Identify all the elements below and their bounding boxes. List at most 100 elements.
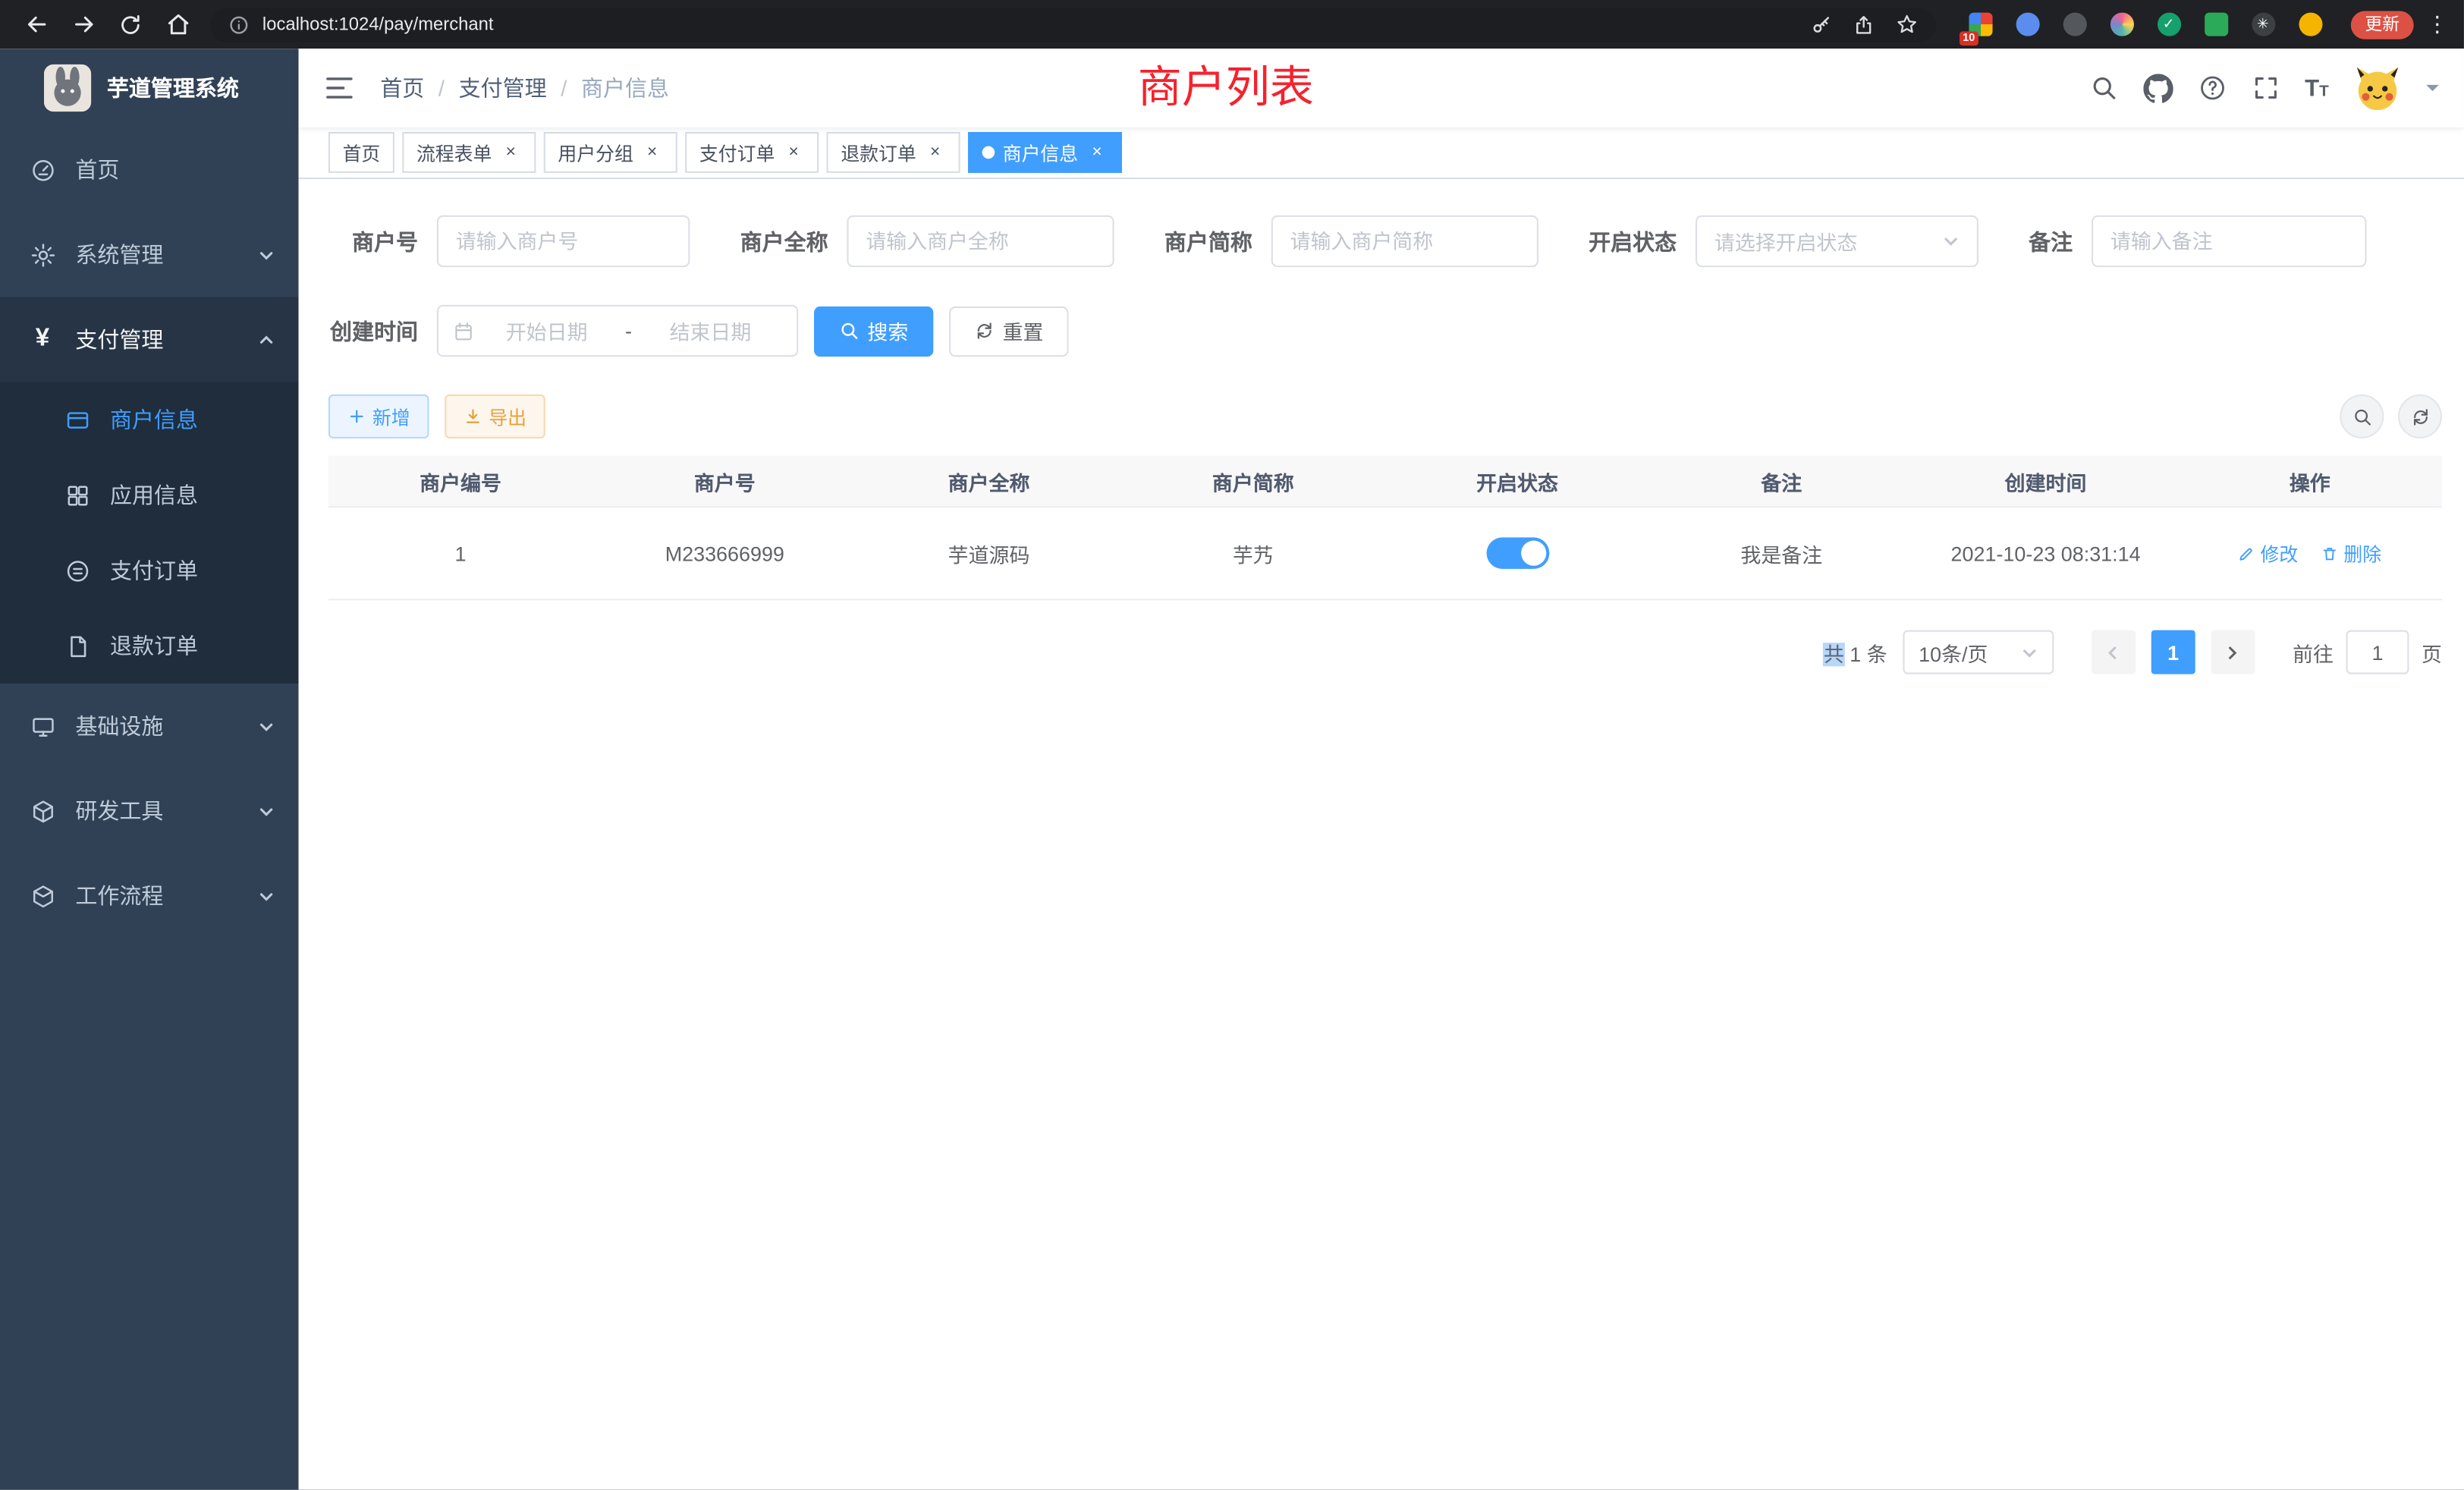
tab-label: 支付订单	[699, 139, 775, 165]
tab-user-group[interactable]: 用户分组 ×	[544, 132, 677, 173]
page-size-select[interactable]: 10条/页	[1903, 630, 2054, 674]
extension-icon-1[interactable]: 10	[1964, 8, 1995, 39]
short-name-input[interactable]	[1271, 215, 1538, 267]
sidebar-item-app-info[interactable]: 应用信息	[0, 457, 299, 533]
table-row: 1 M233666999 芋道源码 芋艿 我是备注 2021-10-23 08:…	[328, 508, 2442, 600]
pagination-goto: 前往 页	[2293, 630, 2442, 674]
prev-page-button[interactable]	[2092, 630, 2136, 674]
sidebar-item-payment[interactable]: ¥ 支付管理	[0, 297, 299, 382]
cell-merchant-no: M233666999	[592, 542, 856, 565]
tab-payment-order[interactable]: 支付订单 ×	[685, 132, 819, 173]
refresh-table-button[interactable]	[2398, 395, 2442, 439]
add-button[interactable]: 新增	[328, 395, 429, 439]
sidebar-item-home[interactable]: 首页	[0, 127, 299, 212]
browser-back-icon[interactable]	[16, 4, 57, 45]
extension-icon-4[interactable]	[2106, 8, 2137, 39]
sidebar: 芋道管理系统 首页 系统管理	[0, 49, 299, 1489]
cell-remark: 我是备注	[1649, 538, 1913, 567]
next-page-button[interactable]	[2211, 630, 2255, 674]
top-navbar: 首页 / 支付管理 / 商户信息 商户列表	[299, 49, 2464, 127]
create-time-range-picker[interactable]: 开始日期 - 结束日期	[437, 305, 798, 357]
chevron-down-icon	[258, 887, 275, 904]
sidebar-item-dev-tools[interactable]: 研发工具	[0, 769, 299, 853]
sidebar-item-workflow[interactable]: 工作流程	[0, 853, 299, 938]
extension-icon-3[interactable]	[2059, 8, 2090, 39]
goto-page-input[interactable]	[2346, 630, 2409, 674]
remark-input[interactable]	[2092, 215, 2366, 267]
yen-icon: ¥	[28, 325, 56, 354]
export-button[interactable]: 导出	[445, 395, 545, 439]
browser-update-button[interactable]: 更新	[2351, 10, 2414, 38]
selected-text: 共	[1824, 642, 1844, 665]
breadcrumb-home[interactable]: 首页	[380, 72, 424, 103]
tab-merchant-info[interactable]: 商户信息 ×	[968, 132, 1122, 173]
sidebar-item-refund-order[interactable]: 退款订单	[0, 608, 299, 684]
tab-process-form[interactable]: 流程表单 ×	[402, 132, 536, 173]
export-button-label: 导出	[489, 403, 526, 429]
reset-button-label: 重置	[1003, 316, 1044, 345]
address-bar[interactable]: localhost:1024/pay/merchant	[211, 7, 1936, 42]
password-key-icon[interactable]	[1810, 14, 1832, 36]
browser-menu-icon[interactable]: ⋮	[2426, 11, 2448, 37]
toolbar: 新增 导出	[328, 395, 2442, 439]
tabs-bar: 首页 流程表单 × 用户分组 × 支付订单 × 退款订单 ×	[299, 127, 2464, 179]
github-icon[interactable]	[2143, 73, 2173, 102]
site-info-icon[interactable]	[228, 14, 250, 36]
font-size-icon[interactable]: TT	[2305, 76, 2329, 99]
sidebar-item-infrastructure[interactable]: 基础设施	[0, 684, 299, 769]
search-button[interactable]: 搜索	[814, 306, 933, 356]
bank-card-icon	[63, 405, 91, 433]
chevron-down-icon	[258, 246, 275, 263]
plus-icon	[347, 407, 366, 426]
browser-reload-icon[interactable]	[110, 4, 151, 45]
user-avatar[interactable]	[2354, 64, 2401, 112]
table-header: 商户全称	[856, 466, 1120, 495]
status-toggle[interactable]	[1486, 537, 1549, 568]
start-date-placeholder[interactable]: 开始日期	[475, 316, 619, 345]
full-name-input[interactable]	[847, 215, 1114, 267]
end-date-placeholder[interactable]: 结束日期	[638, 316, 782, 345]
share-icon[interactable]	[1853, 14, 1875, 36]
extension-icon-2[interactable]	[2011, 8, 2042, 39]
extension-icon-8[interactable]	[2294, 8, 2325, 39]
sidebar-item-label: 工作流程	[75, 880, 163, 911]
filter-label-short-name: 商户简称	[1164, 225, 1252, 256]
tab-close-icon[interactable]: ×	[641, 141, 663, 163]
bookmark-star-icon[interactable]	[1895, 13, 1919, 36]
navbar-tools: TT	[2089, 64, 2438, 112]
show-search-button[interactable]	[2340, 395, 2384, 439]
tab-refund-order[interactable]: 退款订单 ×	[827, 132, 960, 173]
browser-home-icon[interactable]	[157, 4, 198, 45]
tab-label: 流程表单	[416, 139, 492, 165]
app-logo[interactable]: 芋道管理系统	[0, 49, 299, 127]
tab-close-icon[interactable]: ×	[783, 141, 805, 163]
tab-close-icon[interactable]: ×	[924, 141, 946, 163]
breadcrumb-payment[interactable]: 支付管理	[459, 72, 547, 103]
gear-icon	[28, 240, 56, 269]
help-icon[interactable]	[2198, 74, 2226, 102]
table-header: 商户简称	[1121, 466, 1385, 495]
sidebar-item-merchant-info[interactable]: 商户信息	[0, 382, 299, 457]
extension-icon-7[interactable]: ✳	[2247, 8, 2278, 39]
extension-icon-5[interactable]: ✓	[2153, 8, 2184, 39]
breadcrumb-separator: /	[561, 75, 567, 100]
sidebar-item-system[interactable]: 系统管理	[0, 212, 299, 297]
browser-forward-icon[interactable]	[63, 4, 104, 45]
tab-home[interactable]: 首页	[328, 132, 394, 173]
date-range-separator: -	[625, 319, 632, 342]
sidebar-toggle-icon[interactable]	[324, 72, 355, 103]
tab-close-icon[interactable]: ×	[500, 141, 522, 163]
sidebar-item-payment-order[interactable]: 支付订单	[0, 533, 299, 608]
reset-button[interactable]: 重置	[949, 306, 1068, 356]
search-icon[interactable]	[2089, 74, 2117, 102]
fullscreen-icon[interactable]	[2252, 74, 2280, 102]
edit-link[interactable]: 修改	[2239, 540, 2299, 567]
avatar-caret-icon[interactable]	[2426, 85, 2439, 98]
page-number-1[interactable]: 1	[2151, 630, 2195, 674]
delete-link[interactable]: 删除	[2321, 540, 2381, 567]
merchant-no-input[interactable]	[437, 215, 690, 267]
status-select[interactable]: 请选择开启状态	[1696, 215, 1978, 267]
tab-close-icon[interactable]: ×	[1086, 141, 1108, 163]
table-header: 创建时间	[1913, 466, 2177, 495]
extension-icon-6[interactable]	[2200, 8, 2231, 39]
